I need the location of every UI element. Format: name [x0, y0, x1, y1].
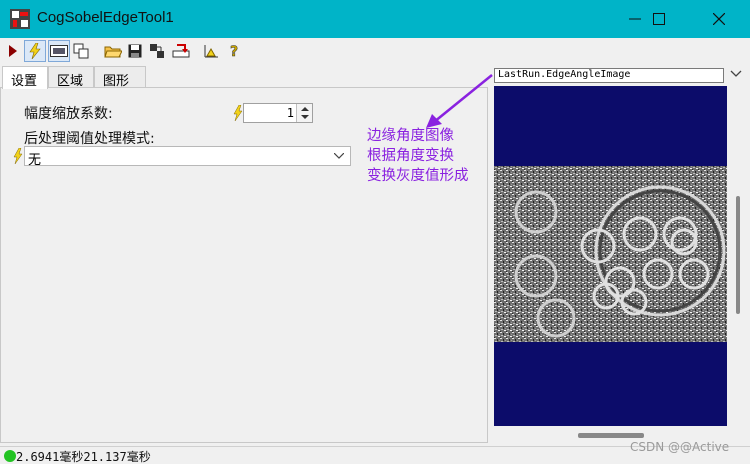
image-selector[interactable]: LastRun.EdgeAngleImage [494, 68, 724, 83]
image-icon [50, 45, 68, 57]
chart-icon [204, 45, 218, 58]
close-button[interactable] [696, 0, 742, 38]
open-button[interactable] [102, 40, 124, 62]
save-button[interactable] [124, 40, 146, 62]
bolt-icon [29, 43, 41, 59]
horizontal-scroll-thumb[interactable] [578, 433, 644, 438]
threshold-mode-select[interactable]: 无 [24, 146, 351, 168]
bolt-icon [13, 148, 23, 164]
copy-icon [73, 43, 89, 59]
image-selector-value: LastRun.EdgeAngleImage [498, 69, 631, 80]
image-button[interactable] [48, 40, 70, 62]
tab-settings[interactable]: 设置 [2, 66, 48, 89]
maximize-icon [653, 13, 665, 25]
save-icon [128, 44, 142, 58]
run-icon [9, 45, 17, 57]
help-button[interactable]: ? [224, 40, 246, 62]
spinner-up-down-icon [301, 107, 309, 119]
image-display[interactable] [494, 86, 727, 426]
connect-icon [150, 44, 164, 58]
bolt-icon [233, 105, 243, 121]
close-icon [713, 13, 725, 25]
load-button[interactable] [170, 40, 192, 62]
title-bar: CogSobelEdgeTool1 [0, 0, 750, 38]
copy-button[interactable] [70, 40, 92, 62]
chart-button[interactable] [200, 40, 222, 62]
status-indicator-icon [4, 450, 16, 462]
threshold-mode-label: 后处理阈值处理模式: [24, 131, 155, 147]
chevron-down-icon [334, 153, 344, 159]
annotation-line-3: 变换灰度值形成 [367, 168, 469, 184]
svg-text:?: ? [230, 44, 238, 59]
settings-tabs: 设置 区域 图形 [0, 66, 490, 89]
vertical-scroll-thumb[interactable] [736, 196, 740, 314]
maximize-button[interactable] [636, 0, 682, 38]
open-folder-icon [104, 46, 122, 58]
connect-button[interactable] [146, 40, 168, 62]
annotation-arrow-icon [426, 74, 493, 128]
window-title: CogSobelEdgeTool1 [37, 9, 174, 26]
status-timing: 2.6941毫秒21.137毫秒 [16, 450, 151, 464]
watermark: CSDN @@Active [630, 440, 730, 454]
scale-value: 1 [286, 106, 294, 120]
app-icon [10, 9, 30, 29]
spinner-arrows[interactable] [296, 104, 312, 122]
load-icon [172, 44, 190, 58]
tab-region[interactable]: 区域 [48, 66, 94, 89]
toolbar: ? [0, 38, 750, 64]
live-bolt-button[interactable] [24, 40, 46, 62]
scale-label: 幅度缩放系数: [24, 106, 113, 122]
scale-spinner[interactable]: 1 [243, 103, 313, 123]
edge-angle-image [494, 166, 727, 342]
run-button[interactable] [2, 40, 24, 62]
threshold-mode-value: 无 [28, 153, 42, 168]
chevron-down-icon[interactable] [730, 70, 742, 78]
help-icon: ? [230, 44, 239, 59]
tab-graphics[interactable]: 图形 [94, 66, 146, 89]
annotation-line-2: 根据角度变换 [367, 148, 454, 164]
